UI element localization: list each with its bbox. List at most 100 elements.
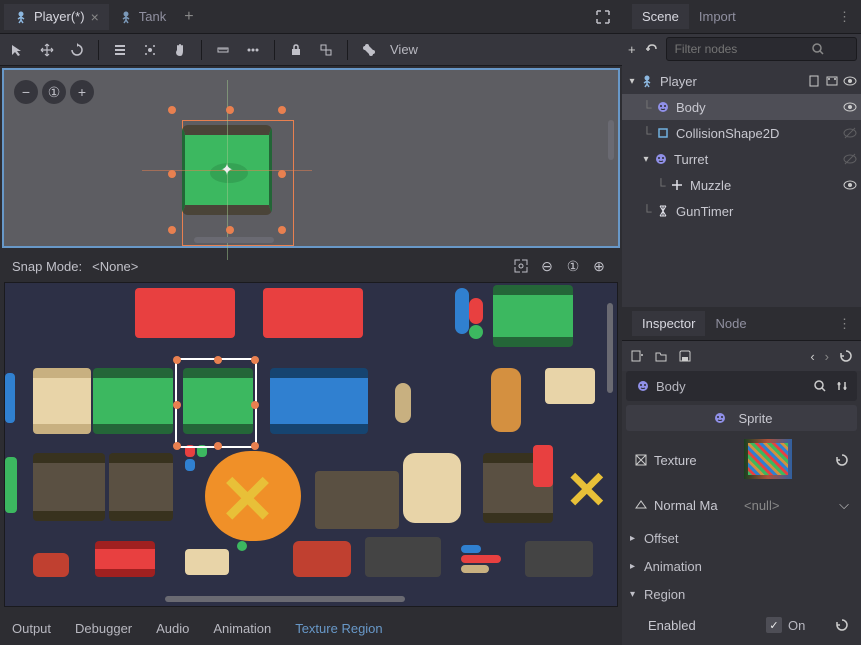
- scene-dock-toolbar: +: [622, 34, 861, 64]
- fullscreen-icon[interactable]: [588, 10, 618, 24]
- prop-value[interactable]: <null>: [744, 498, 833, 513]
- inspector-section-animation[interactable]: ▸Animation: [626, 553, 857, 579]
- bottom-dock-tabs: Output Debugger Audio Animation Texture …: [0, 611, 622, 645]
- checkbox-checked-icon[interactable]: ✓: [766, 617, 782, 633]
- settings-icon[interactable]: [835, 379, 849, 393]
- inspector-section-region[interactable]: ▾Region: [626, 581, 857, 607]
- tab-tank[interactable]: Tank: [109, 4, 176, 29]
- tab-debugger[interactable]: Debugger: [75, 621, 132, 636]
- sprite-icon: [634, 379, 652, 393]
- kinematic-icon: [14, 10, 28, 24]
- history-back-icon[interactable]: ‹: [810, 349, 814, 364]
- revert-icon[interactable]: [835, 618, 849, 632]
- tree-elbow-icon: └: [640, 204, 654, 219]
- pan-tool-icon[interactable]: [171, 41, 189, 59]
- visibility-off-icon[interactable]: [843, 152, 857, 166]
- texture-thumbnail[interactable]: [744, 439, 792, 479]
- move-tool-icon[interactable]: [38, 41, 56, 59]
- instance-scene-icon[interactable]: [644, 42, 658, 56]
- rotate-tool-icon[interactable]: [68, 41, 86, 59]
- tab-audio[interactable]: Audio: [156, 621, 189, 636]
- new-resource-icon[interactable]: [630, 349, 644, 363]
- region-zoom-out-icon[interactable]: ⊖: [536, 255, 558, 277]
- region-zoom-reset-icon[interactable]: ①: [562, 255, 584, 277]
- zoom-out-icon[interactable]: −: [14, 80, 38, 104]
- inspector-class-header[interactable]: Sprite: [626, 405, 857, 431]
- visibility-icon[interactable]: [843, 178, 857, 192]
- collisionshape-icon: [654, 126, 672, 140]
- bone-tool-icon[interactable]: [360, 41, 378, 59]
- editor-toolbar: View: [0, 34, 622, 66]
- normalmap-icon: [634, 498, 648, 512]
- dropdown-icon[interactable]: ⌵: [839, 497, 849, 513]
- inspector-prop-normal-map[interactable]: Normal Ma <null> ⌵: [626, 489, 857, 521]
- chevron-right-icon: ▸: [630, 533, 644, 544]
- prop-label: Enabled: [648, 618, 696, 633]
- inspector-prop-region-enabled[interactable]: Enabled ✓ On: [626, 609, 857, 641]
- region-scrollbar-h[interactable]: [125, 594, 465, 604]
- region-scrollbar-v[interactable]: [605, 283, 615, 606]
- collapse-icon[interactable]: ▾: [640, 154, 652, 165]
- inspector-section-offset[interactable]: ▸Offset: [626, 525, 857, 551]
- tree-node-collision[interactable]: └ CollisionShape2D: [622, 120, 861, 146]
- scene-icon[interactable]: [825, 74, 839, 88]
- collapse-icon[interactable]: ▾: [626, 76, 638, 87]
- chevron-right-icon: ▸: [630, 561, 644, 572]
- view-menu[interactable]: View: [390, 42, 418, 57]
- texture-region-panel[interactable]: ✕ ✕: [4, 282, 618, 607]
- viewport-scrollbar-v[interactable]: [606, 70, 616, 246]
- inspector-prop-texture[interactable]: Texture: [626, 435, 857, 485]
- save-resource-icon[interactable]: [678, 349, 692, 363]
- revert-icon[interactable]: [835, 453, 849, 467]
- scene-dock-tab-import[interactable]: Import: [689, 4, 746, 29]
- history-forward-icon[interactable]: ›: [825, 349, 829, 364]
- tree-label: Turret: [674, 152, 843, 167]
- zoom-reset-icon[interactable]: ①: [42, 80, 66, 104]
- tree-elbow-icon: └: [640, 126, 654, 141]
- group-tool-icon[interactable]: [317, 41, 335, 59]
- snap-tool-icon[interactable]: [141, 41, 159, 59]
- visibility-icon[interactable]: [843, 100, 857, 114]
- region-zoom-in-icon[interactable]: ⊕: [588, 255, 610, 277]
- inspector-dock-tab-node[interactable]: Node: [705, 311, 756, 336]
- tab-animation[interactable]: Animation: [213, 621, 271, 636]
- region-zoom-fit-icon[interactable]: [510, 255, 532, 277]
- tab-output[interactable]: Output: [12, 621, 51, 636]
- load-resource-icon[interactable]: [654, 349, 668, 363]
- open-script-icon[interactable]: [807, 74, 821, 88]
- ruler-tool-icon[interactable]: [214, 41, 232, 59]
- tree-node-body[interactable]: └ Body: [622, 94, 861, 120]
- select-tool-icon[interactable]: [8, 41, 26, 59]
- dock-menu-icon[interactable]: ⋮: [838, 9, 851, 25]
- zoom-in-icon[interactable]: +: [70, 80, 94, 104]
- scene-dock-header: Scene Import ⋮: [622, 0, 861, 34]
- visibility-icon[interactable]: [843, 74, 857, 88]
- add-node-icon[interactable]: +: [628, 42, 636, 57]
- viewport-scrollbar-h[interactable]: [34, 236, 234, 244]
- lock-tool-icon[interactable]: [287, 41, 305, 59]
- viewport-2d[interactable]: − ① + ✦: [2, 68, 620, 248]
- tree-node-guntimer[interactable]: └ GunTimer: [622, 198, 861, 224]
- tree-node-player[interactable]: ▾ Player: [622, 68, 861, 94]
- list-tool-icon[interactable]: [111, 41, 129, 59]
- search-icon[interactable]: [813, 379, 827, 393]
- inspector-dock-tab-inspector[interactable]: Inspector: [632, 311, 705, 336]
- tree-node-turret[interactable]: ▾ Turret: [622, 146, 861, 172]
- selected-sprite[interactable]: ✦: [172, 110, 282, 230]
- visibility-off-icon[interactable]: [843, 126, 857, 140]
- inspector-node-label: Body: [656, 379, 686, 394]
- filter-nodes-input[interactable]: [666, 37, 857, 61]
- more-tool-icon[interactable]: [244, 41, 262, 59]
- tree-node-muzzle[interactable]: └ Muzzle: [622, 172, 861, 198]
- region-selection[interactable]: [175, 358, 257, 448]
- dock-menu-icon[interactable]: ⋮: [838, 316, 851, 332]
- tab-texture-region[interactable]: Texture Region: [295, 621, 382, 636]
- tab-close-icon[interactable]: ×: [91, 9, 99, 25]
- tab-player[interactable]: Player(*) ×: [4, 4, 109, 30]
- history-icon[interactable]: [839, 349, 853, 364]
- scene-dock-tab-scene[interactable]: Scene: [632, 4, 689, 29]
- texture-icon: [634, 453, 648, 467]
- snap-mode-value[interactable]: <None>: [92, 259, 138, 274]
- tab-add-icon[interactable]: +: [176, 8, 201, 26]
- spritesheet: ✕ ✕: [5, 283, 617, 606]
